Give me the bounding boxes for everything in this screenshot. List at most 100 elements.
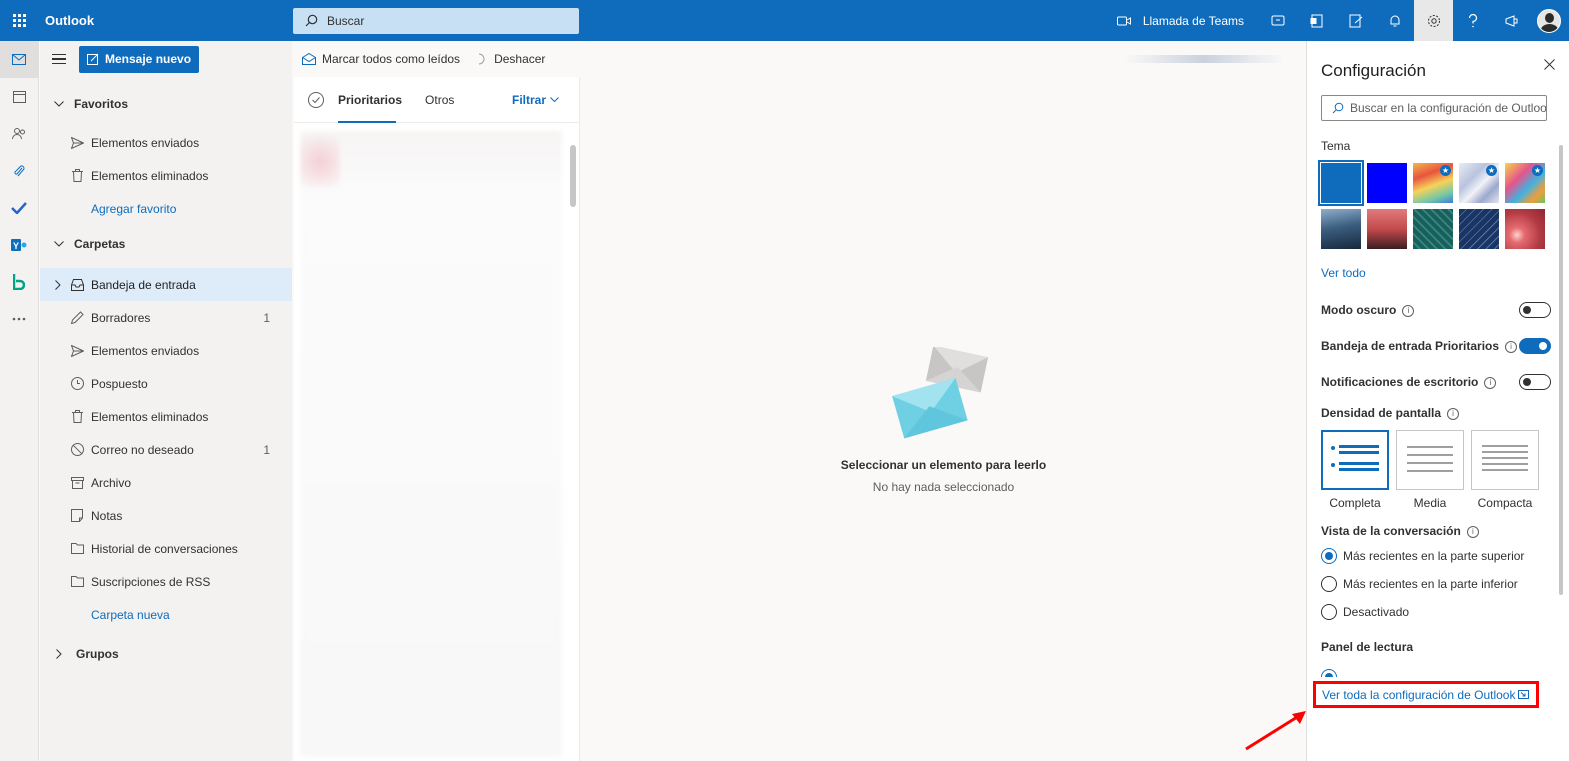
app-title[interactable]: Outlook — [45, 13, 293, 28]
rail-people[interactable] — [0, 115, 38, 152]
theme-swatch-bright-blue[interactable] — [1367, 163, 1407, 203]
select-all-checkbox[interactable] — [308, 91, 324, 108]
settings-search-input[interactable]: Buscar en la configuración de Outlook — [1321, 95, 1547, 121]
folder-item-conversation-history[interactable]: Historial de conversaciones — [40, 532, 292, 565]
paperclip-icon — [14, 164, 25, 176]
rail-todo[interactable] — [0, 189, 38, 226]
rail-yammer[interactable]: Y — [0, 226, 38, 263]
tab-other[interactable]: Otros — [425, 93, 454, 107]
bookings-icon — [13, 273, 25, 290]
theme-swatch-blue[interactable] — [1318, 160, 1364, 206]
settings-scrollbar[interactable] — [1559, 145, 1563, 595]
announcements-button[interactable] — [1492, 0, 1531, 41]
theme-swatch-circuit[interactable] — [1413, 209, 1453, 249]
folder-item-archive[interactable]: Archivo — [40, 466, 292, 499]
notifications-button[interactable] — [1375, 0, 1414, 41]
settings-panel: Configuración Buscar en la configuración… — [1306, 41, 1569, 761]
empty-title: Seleccionar un elemento para leerlo — [840, 458, 1047, 472]
tab-focused[interactable]: Prioritarios — [338, 93, 402, 123]
open-external-icon — [1518, 690, 1529, 699]
folder-item-notes[interactable]: Notas — [40, 499, 292, 532]
focused-inbox-toggle[interactable] — [1519, 338, 1551, 354]
close-button[interactable] — [1544, 59, 1555, 73]
rail-files[interactable] — [0, 152, 38, 189]
favorite-item-deleted[interactable]: Elementos eliminados — [40, 159, 292, 192]
theme-swatch-abstract-waves[interactable]: ★ — [1459, 163, 1499, 203]
radio-button[interactable] — [1321, 604, 1337, 620]
view-all-settings-link[interactable]: Ver toda la configuración de Outlook — [1313, 681, 1539, 708]
theme-swatch-rainbow[interactable]: ★ — [1413, 163, 1453, 203]
folder-item-snoozed[interactable]: Pospuesto — [40, 367, 292, 400]
blurred-message-list — [300, 131, 562, 757]
groups-header[interactable]: Grupos — [40, 635, 292, 672]
chevron-right-icon[interactable] — [55, 279, 61, 290]
folder-item-deleted[interactable]: Elementos eliminados — [40, 400, 292, 433]
info-icon[interactable]: i — [1484, 376, 1497, 389]
pencil-icon — [70, 311, 84, 324]
rail-bookings[interactable] — [0, 263, 38, 300]
theme-swatch-bokeh[interactable] — [1505, 209, 1545, 249]
radio-button[interactable] — [1321, 548, 1337, 564]
filter-button[interactable]: Filtrar — [512, 93, 559, 107]
theme-swatch-mountains[interactable] — [1321, 209, 1361, 249]
help-button[interactable] — [1453, 0, 1492, 41]
theme-grid: ★ ★ ★ — [1318, 160, 1551, 249]
undo-label: Deshacer — [494, 52, 546, 66]
conversation-option-newest-top[interactable]: Más recientes en la parte superior — [1321, 542, 1551, 570]
skype-button[interactable] — [1258, 0, 1297, 41]
app-rail: Y — [0, 41, 39, 761]
mark-all-read-button[interactable]: Marcar todos como leídos — [302, 52, 460, 66]
folder-item-inbox[interactable]: Bandeja de entrada — [40, 268, 292, 301]
conversation-option-newest-bottom[interactable]: Más recientes en la parte inferior — [1321, 570, 1551, 598]
info-icon[interactable]: i — [1466, 525, 1479, 538]
filter-label: Filtrar — [511, 92, 546, 107]
rail-calendar[interactable] — [0, 78, 38, 115]
info-icon[interactable]: i — [1447, 407, 1460, 420]
theme-swatch-blueprint[interactable] — [1459, 209, 1499, 249]
folder-item-label: Notas — [91, 508, 123, 523]
info-icon[interactable]: i — [1505, 340, 1518, 353]
folder-item-sent[interactable]: Elementos enviados — [40, 334, 292, 367]
folder-item-junk[interactable]: Correo no deseado 1 — [40, 433, 292, 466]
rail-more[interactable] — [0, 300, 38, 337]
folder-item-rss[interactable]: Suscripciones de RSS — [40, 565, 292, 598]
see-all-themes-link[interactable]: Ver todo — [1321, 266, 1551, 280]
desktop-notifications-toggle[interactable] — [1519, 374, 1551, 390]
folder-item-label: Elementos eliminados — [91, 409, 209, 424]
density-option-medium[interactable]: Media — [1396, 430, 1464, 510]
dark-mode-toggle[interactable] — [1519, 302, 1551, 318]
undo-button[interactable]: Deshacer — [476, 52, 545, 66]
message-list-scrollbar[interactable] — [570, 145, 576, 207]
radio-button[interactable] — [1321, 669, 1337, 677]
send-icon — [70, 136, 84, 149]
feedback-button[interactable] — [1336, 0, 1375, 41]
favorite-item-sent[interactable]: Elementos enviados — [40, 126, 292, 159]
theme-swatch-palms[interactable] — [1367, 209, 1407, 249]
teams-call-button[interactable]: Llamada de Teams — [1107, 0, 1258, 41]
density-option-compact[interactable]: Compacta — [1471, 430, 1539, 510]
folders-header[interactable]: Carpetas — [40, 225, 292, 262]
favorites-header[interactable]: Favoritos — [40, 85, 292, 122]
new-message-button[interactable]: Mensaje nuevo — [79, 45, 200, 73]
desktop-notifications-row: Notificaciones de escritorio i — [1321, 364, 1551, 400]
conversation-option-off[interactable]: Desactivado — [1321, 598, 1551, 626]
dark-mode-label: Modo oscuro — [1321, 303, 1397, 317]
search-box[interactable]: Buscar — [293, 7, 579, 34]
undo-icon — [478, 53, 485, 65]
avatar[interactable] — [1537, 8, 1561, 33]
info-icon[interactable]: i — [1402, 304, 1415, 317]
rail-mail[interactable] — [0, 41, 38, 78]
add-favorite-link[interactable]: Agregar favorito — [40, 192, 292, 225]
radio-button[interactable] — [1321, 576, 1337, 592]
app-launcher-button[interactable] — [0, 0, 38, 41]
new-message-label: Mensaje nuevo — [105, 52, 192, 66]
theme-swatch-colorful[interactable]: ★ — [1505, 163, 1545, 203]
new-folder-link[interactable]: Carpeta nueva — [40, 598, 292, 631]
favorite-item-label: Elementos enviados — [91, 135, 200, 150]
hamburger-icon[interactable] — [52, 53, 66, 65]
folder-item-drafts[interactable]: Borradores 1 — [40, 301, 292, 334]
office-button[interactable] — [1297, 0, 1336, 41]
density-option-full[interactable]: Completa — [1321, 430, 1389, 510]
density-medium-icon — [1407, 446, 1453, 472]
settings-button[interactable] — [1414, 0, 1453, 41]
